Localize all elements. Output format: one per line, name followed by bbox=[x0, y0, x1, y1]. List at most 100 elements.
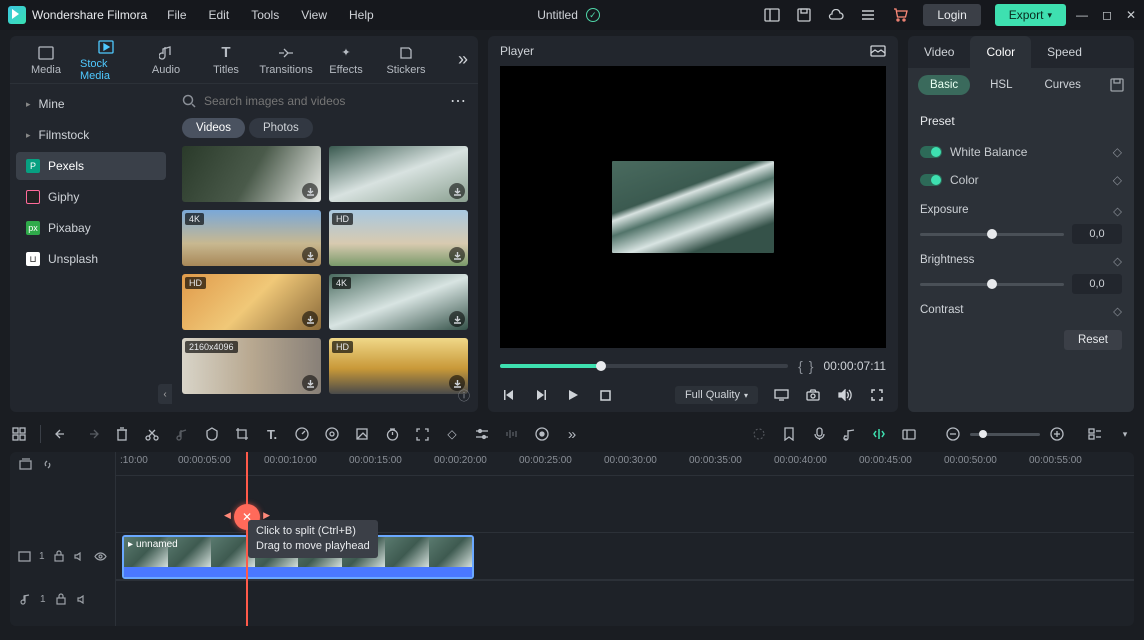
mask-icon[interactable] bbox=[203, 425, 221, 443]
search-options-icon[interactable]: ⋯ bbox=[450, 91, 468, 111]
keyframe-tool-icon[interactable]: ◇ bbox=[443, 425, 461, 443]
undo-icon[interactable] bbox=[53, 425, 71, 443]
info-icon[interactable]: ⓘ bbox=[458, 387, 470, 404]
more-tools-icon[interactable]: » bbox=[563, 425, 581, 443]
keyframe-icon[interactable]: ◇ bbox=[1113, 254, 1122, 268]
collapse-sources-icon[interactable]: ‹ bbox=[158, 384, 172, 404]
player-scrubber[interactable] bbox=[500, 364, 788, 368]
save-icon[interactable] bbox=[795, 6, 813, 24]
download-icon[interactable] bbox=[302, 311, 318, 327]
mark-in-icon[interactable]: { bbox=[798, 358, 803, 374]
tab-stock-media[interactable]: Stock Media bbox=[80, 38, 132, 82]
layout-icon[interactable] bbox=[763, 6, 781, 24]
stock-thumb[interactable]: HD bbox=[329, 210, 468, 266]
download-icon[interactable] bbox=[302, 183, 318, 199]
tab-stickers[interactable]: Stickers bbox=[380, 44, 432, 76]
menu-file[interactable]: File bbox=[167, 8, 186, 22]
next-frame-icon[interactable] bbox=[532, 386, 550, 404]
mark-out-icon[interactable]: } bbox=[809, 358, 814, 374]
inspector-tab-color[interactable]: Color bbox=[970, 36, 1031, 68]
inspector-tab-speed[interactable]: Speed bbox=[1031, 36, 1098, 68]
brightness-value[interactable]: 0,0 bbox=[1072, 274, 1122, 294]
speed-icon[interactable] bbox=[293, 425, 311, 443]
zoom-in-icon[interactable] bbox=[1048, 425, 1066, 443]
exposure-slider[interactable] bbox=[920, 233, 1064, 236]
snapshot-icon[interactable] bbox=[804, 386, 822, 404]
menu-edit[interactable]: Edit bbox=[209, 8, 230, 22]
menu-help[interactable]: Help bbox=[349, 8, 374, 22]
volume-icon[interactable] bbox=[836, 386, 854, 404]
stock-thumb[interactable]: HD bbox=[329, 338, 468, 394]
tab-media[interactable]: Media bbox=[20, 44, 72, 76]
track-view-chevron-icon[interactable]: ▾ bbox=[1116, 425, 1134, 443]
cart-icon[interactable] bbox=[891, 6, 909, 24]
audio-track-icon[interactable] bbox=[840, 425, 858, 443]
download-icon[interactable] bbox=[302, 375, 318, 391]
download-icon[interactable] bbox=[449, 183, 465, 199]
duration-icon[interactable] bbox=[383, 425, 401, 443]
expand-icon[interactable] bbox=[413, 425, 431, 443]
window-minimize-icon[interactable]: — bbox=[1076, 8, 1088, 22]
exposure-value[interactable]: 0,0 bbox=[1072, 224, 1122, 244]
source-giphy[interactable]: Giphy bbox=[16, 183, 166, 211]
inspector-tab-video[interactable]: Video bbox=[908, 36, 970, 68]
list-icon[interactable] bbox=[859, 6, 877, 24]
keyframe-icon[interactable]: ◇ bbox=[1113, 204, 1122, 218]
menu-view[interactable]: View bbox=[301, 8, 327, 22]
download-icon[interactable] bbox=[302, 247, 318, 263]
cloud-icon[interactable] bbox=[827, 6, 845, 24]
subtab-hsl[interactable]: HSL bbox=[978, 75, 1024, 95]
play-icon[interactable] bbox=[564, 386, 582, 404]
marker-icon[interactable] bbox=[780, 425, 798, 443]
adjust-icon[interactable] bbox=[473, 425, 491, 443]
subtab-basic[interactable]: Basic bbox=[918, 75, 970, 95]
fullscreen-icon[interactable] bbox=[868, 386, 886, 404]
export-button[interactable]: Export▾ bbox=[995, 4, 1066, 26]
login-button[interactable]: Login bbox=[923, 4, 980, 26]
stock-thumb[interactable]: 4K bbox=[329, 274, 468, 330]
voiceover-icon[interactable] bbox=[810, 425, 828, 443]
keyframe-icon[interactable]: ◇ bbox=[1113, 173, 1122, 187]
quality-dropdown[interactable]: Full Quality▾ bbox=[675, 386, 758, 404]
text-icon[interactable]: T. bbox=[263, 425, 281, 443]
slider-handle[interactable] bbox=[987, 229, 997, 239]
library-more-tabs-icon[interactable]: » bbox=[458, 49, 468, 70]
timeline-ruler[interactable]: :10:00 00:00:05:00 00:00:10:00 00:00:15:… bbox=[116, 452, 1134, 476]
subtab-curves[interactable]: Curves bbox=[1033, 75, 1093, 95]
filter-photos[interactable]: Photos bbox=[249, 118, 313, 138]
keyframe-icon[interactable]: ◇ bbox=[1113, 304, 1122, 318]
link-icon[interactable] bbox=[40, 457, 54, 471]
source-filmstock[interactable]: ▸Filmstock bbox=[16, 121, 166, 149]
window-maximize-icon[interactable]: ◻ bbox=[1102, 8, 1112, 22]
white-balance-toggle[interactable] bbox=[920, 146, 942, 158]
stock-thumb[interactable]: HD bbox=[182, 274, 321, 330]
menu-tools[interactable]: Tools bbox=[251, 8, 279, 22]
marker-dot-icon[interactable] bbox=[750, 425, 768, 443]
display-output-icon[interactable] bbox=[772, 386, 790, 404]
zoom-handle[interactable] bbox=[979, 430, 987, 438]
stop-icon[interactable] bbox=[596, 386, 614, 404]
download-icon[interactable] bbox=[449, 247, 465, 263]
source-unsplash[interactable]: ⊔Unsplash bbox=[16, 245, 166, 273]
window-close-icon[interactable]: ✕ bbox=[1126, 8, 1136, 22]
save-preset-icon[interactable] bbox=[1110, 78, 1124, 92]
track-stack-icon[interactable] bbox=[18, 457, 32, 471]
scrubber-handle[interactable] bbox=[596, 361, 606, 371]
stock-thumb[interactable] bbox=[182, 146, 321, 202]
download-icon[interactable] bbox=[449, 311, 465, 327]
audio-beat-icon[interactable] bbox=[173, 425, 191, 443]
tab-titles[interactable]: TTitles bbox=[200, 44, 252, 76]
color-toggle[interactable] bbox=[920, 174, 942, 186]
player-viewport[interactable] bbox=[500, 66, 886, 348]
color-wheel-icon[interactable] bbox=[323, 425, 341, 443]
waveform-icon[interactable] bbox=[503, 425, 521, 443]
source-pixabay[interactable]: pxPixabay bbox=[16, 214, 166, 242]
auto-ripple-icon[interactable] bbox=[870, 425, 888, 443]
track-view-icon[interactable] bbox=[1086, 425, 1104, 443]
search-input[interactable] bbox=[204, 94, 442, 108]
brightness-slider[interactable] bbox=[920, 283, 1064, 286]
render-icon[interactable] bbox=[900, 425, 918, 443]
source-mine[interactable]: ▸Mine bbox=[16, 90, 166, 118]
greenscreen-icon[interactable] bbox=[353, 425, 371, 443]
thumbnails-grid-icon[interactable] bbox=[10, 425, 28, 443]
